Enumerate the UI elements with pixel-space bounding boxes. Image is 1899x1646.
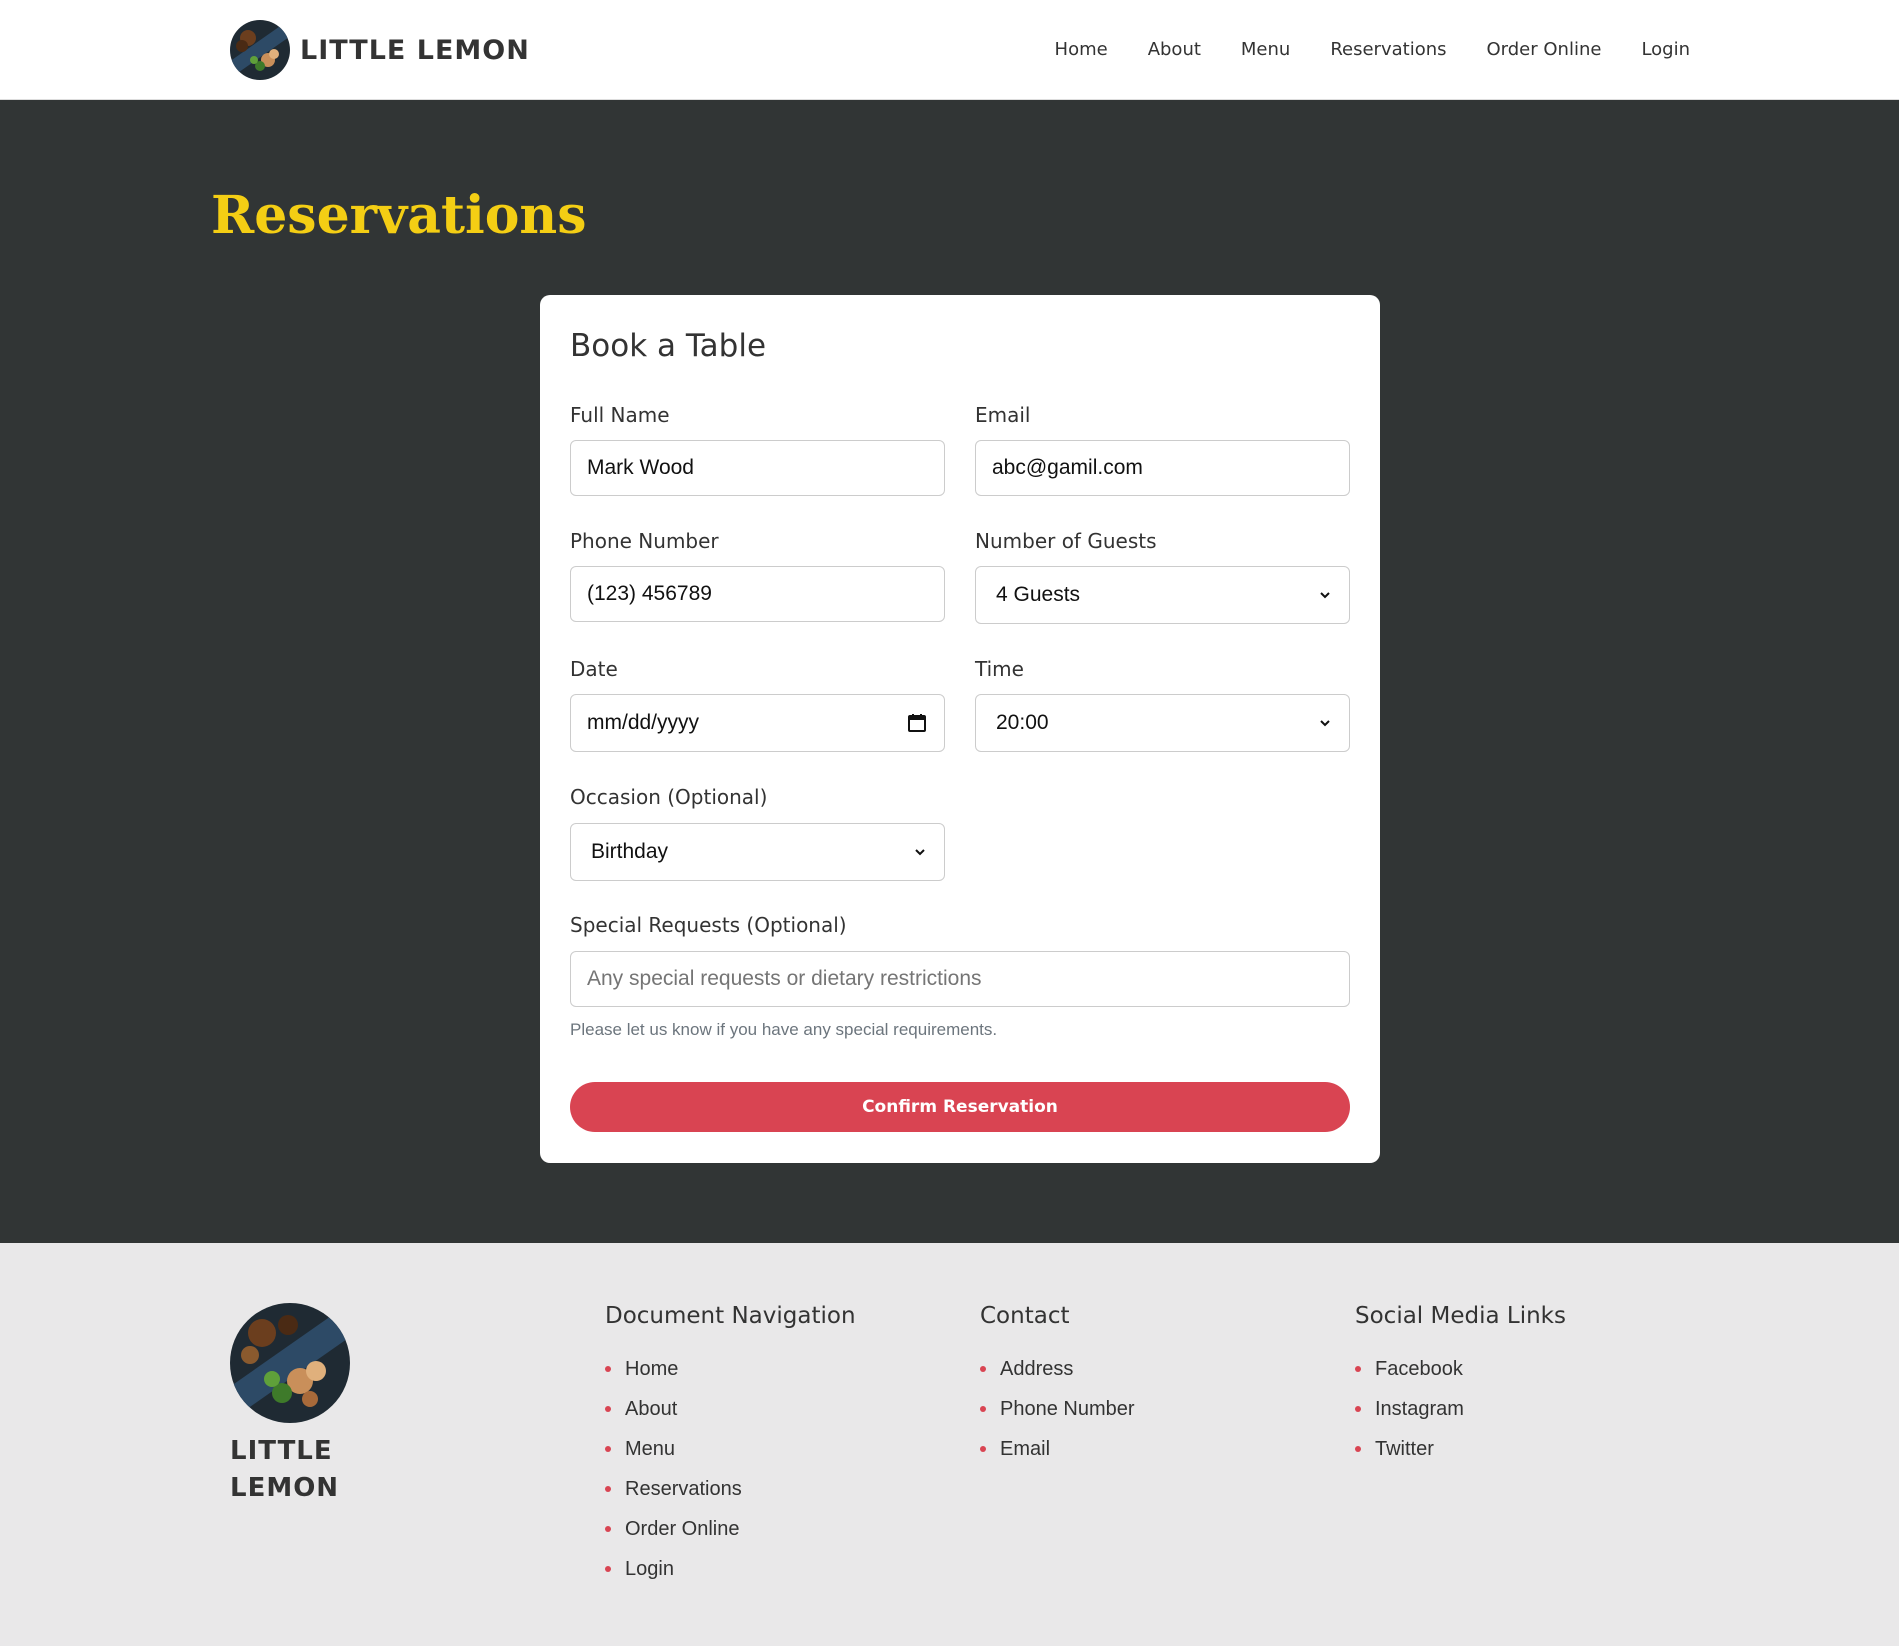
footer-link-label: Home [625, 1357, 679, 1380]
footer-link-label: Facebook [1375, 1357, 1463, 1380]
reservations-section: Reservations Book a Table Full Name Mark… [0, 100, 1899, 1243]
footer-nav-heading: Document Navigation [605, 1303, 856, 1329]
full-name-input[interactable]: Mark Wood [570, 440, 945, 496]
brand[interactable]: LITTLE LEMON [230, 20, 530, 80]
footer-navigation-column: Document Navigation Home About Menu Rese… [605, 1303, 856, 1589]
nav-login[interactable]: Login [1641, 39, 1690, 60]
time-label: Time [975, 657, 1024, 681]
guests-label: Number of Guests [975, 529, 1157, 553]
footer-link-label: Login [625, 1557, 674, 1580]
bullet-icon [605, 1366, 611, 1372]
email-input[interactable]: abc@gamil.com [975, 440, 1350, 496]
footer-contact-address[interactable]: Address [980, 1349, 1135, 1389]
main-nav: Home About Menu Reservations Order Onlin… [1015, 39, 1690, 60]
occasion-select[interactable]: Birthday [570, 823, 945, 881]
footer-contact-email[interactable]: Email [980, 1429, 1135, 1469]
footer-nav-menu[interactable]: Menu [605, 1429, 856, 1469]
phone-label: Phone Number [570, 529, 719, 553]
nav-about[interactable]: About [1148, 39, 1201, 60]
full-name-value: Mark Wood [587, 456, 694, 479]
bullet-icon [605, 1486, 611, 1492]
footer-nav-reservations[interactable]: Reservations [605, 1469, 856, 1509]
logo-image [230, 20, 290, 80]
nav-order-online[interactable]: Order Online [1487, 39, 1602, 60]
footer-link-label: Twitter [1375, 1437, 1434, 1460]
nav-home[interactable]: Home [1055, 39, 1108, 60]
guests-value: 4 Guests [996, 583, 1081, 606]
site-footer: LITTLE LEMON Document Navigation Home Ab… [0, 1243, 1899, 1646]
bullet-icon [605, 1526, 611, 1532]
date-input[interactable]: mm/dd/yyyy [570, 694, 945, 752]
footer-brand-name: LITTLE LEMON [230, 1436, 340, 1503]
bullet-icon [605, 1566, 611, 1572]
bullet-icon [605, 1446, 611, 1452]
footer-social-heading: Social Media Links [1355, 1303, 1566, 1329]
footer-contact-column: Contact Address Phone Number Email [980, 1303, 1135, 1469]
footer-link-label: Reservations [625, 1477, 742, 1500]
requests-input[interactable]: Any special requests or dietary restrict… [570, 951, 1350, 1007]
bullet-icon [980, 1406, 986, 1412]
footer-link-label: Menu [625, 1437, 676, 1460]
footer-logo-image [230, 1303, 350, 1423]
bullet-icon [605, 1406, 611, 1412]
requests-placeholder: Any special requests or dietary restrict… [587, 967, 982, 990]
occasion-value: Birthday [591, 840, 669, 863]
footer-link-label: Address [1000, 1357, 1074, 1380]
chevron-down-icon [1320, 720, 1330, 727]
requests-hint: Please let us know if you have any speci… [570, 1020, 998, 1039]
bullet-icon [1355, 1446, 1361, 1452]
brand-name: LITTLE LEMON [300, 34, 530, 66]
date-placeholder: mm/dd/yyyy [587, 711, 700, 734]
footer-link-label: Instagram [1375, 1397, 1464, 1420]
footer-link-label: Phone Number [1000, 1397, 1135, 1420]
footer-link-label: Email [1000, 1437, 1051, 1460]
bullet-icon [1355, 1406, 1361, 1412]
date-label: Date [570, 657, 618, 681]
confirm-reservation-button[interactable]: Confirm Reservation [570, 1082, 1350, 1132]
footer-link-label: Order Online [625, 1517, 740, 1540]
footer-nav-login[interactable]: Login [605, 1549, 856, 1589]
footer-contact-heading: Contact [980, 1303, 1070, 1329]
time-value: 20:00 [996, 711, 1049, 734]
bullet-icon [980, 1446, 986, 1452]
chevron-down-icon [915, 849, 925, 856]
footer-contact-phone[interactable]: Phone Number [980, 1389, 1135, 1429]
nav-reservations[interactable]: Reservations [1330, 39, 1446, 60]
full-name-label: Full Name [570, 403, 670, 427]
phone-value: (123) 456789 [587, 582, 712, 605]
email-label: Email [975, 403, 1031, 427]
bullet-icon [980, 1366, 986, 1372]
footer-social-facebook[interactable]: Facebook [1355, 1349, 1566, 1389]
guests-select[interactable]: 4 Guests [975, 566, 1350, 624]
requests-label: Special Requests (Optional) [570, 913, 847, 937]
page-title: Reservations [211, 185, 587, 246]
time-select[interactable]: 20:00 [975, 694, 1350, 752]
footer-social-column: Social Media Links Facebook Instagram Tw… [1355, 1303, 1566, 1469]
form-title: Book a Table [570, 328, 767, 364]
footer-nav-about[interactable]: About [605, 1389, 856, 1429]
email-value: abc@gamil.com [992, 456, 1143, 479]
phone-input[interactable]: (123) 456789 [570, 566, 945, 622]
footer-social-twitter[interactable]: Twitter [1355, 1429, 1566, 1469]
calendar-icon[interactable] [906, 712, 928, 734]
nav-menu[interactable]: Menu [1241, 39, 1290, 60]
booking-card: Book a Table Full Name Mark Wood Email a… [540, 295, 1380, 1163]
footer-nav-order-online[interactable]: Order Online [605, 1509, 856, 1549]
footer-link-label: About [625, 1397, 678, 1420]
chevron-down-icon [1320, 592, 1330, 599]
occasion-label: Occasion (Optional) [570, 785, 768, 809]
footer-social-instagram[interactable]: Instagram [1355, 1389, 1566, 1429]
site-header: LITTLE LEMON Home About Menu Reservation… [0, 0, 1899, 100]
footer-nav-home[interactable]: Home [605, 1349, 856, 1389]
bullet-icon [1355, 1366, 1361, 1372]
